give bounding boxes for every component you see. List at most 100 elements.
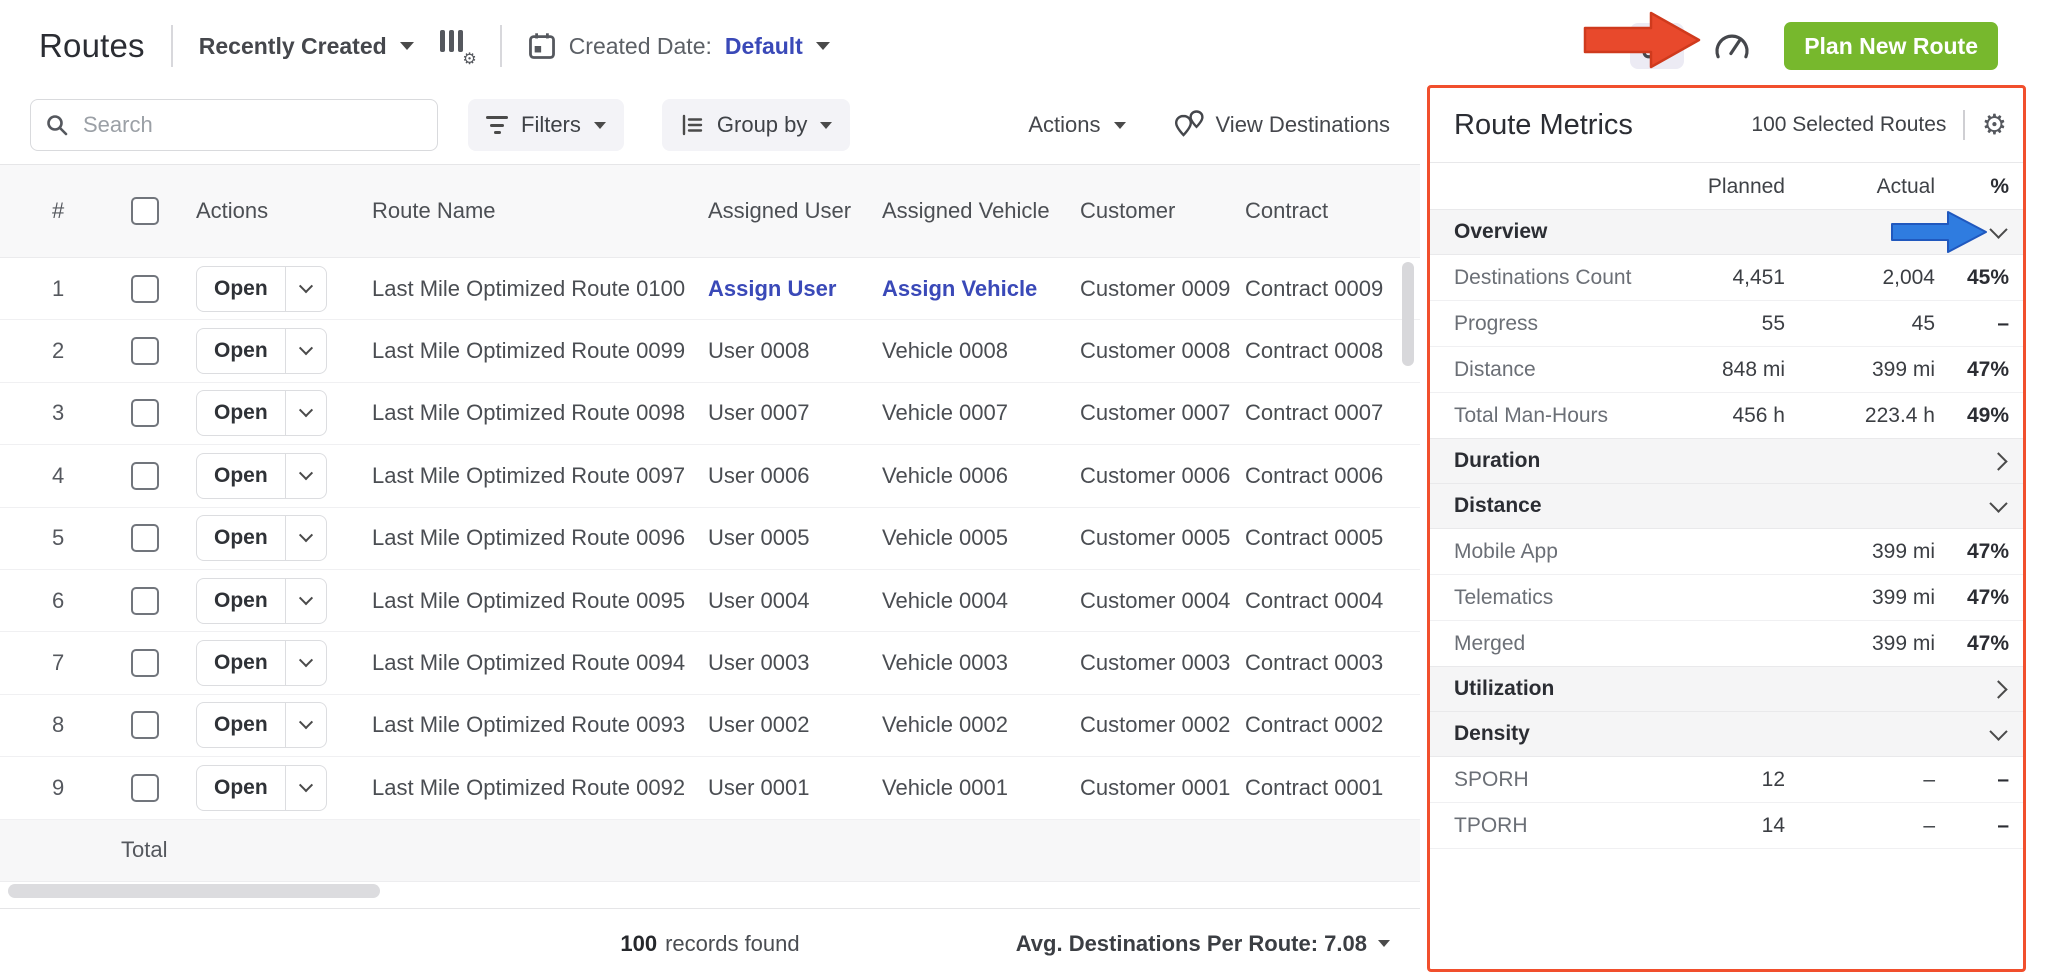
open-dropdown-button[interactable] bbox=[286, 267, 326, 311]
row-number: 1 bbox=[52, 275, 65, 301]
created-date-label: Created Date: bbox=[568, 32, 712, 59]
select-all-checkbox[interactable] bbox=[131, 197, 159, 225]
open-button[interactable]: Open bbox=[196, 577, 328, 624]
column-header-assigned-user[interactable]: Assigned User bbox=[700, 198, 880, 224]
metric-percent-value: 47% bbox=[1966, 631, 2009, 655]
row-checkbox[interactable] bbox=[131, 461, 159, 490]
column-header-actions[interactable]: Actions bbox=[180, 198, 340, 224]
chevron-down-icon bbox=[299, 403, 314, 418]
route-name: Last Mile Optimized Route 0092 bbox=[372, 774, 686, 800]
column-percent: % bbox=[1990, 174, 2009, 198]
route-name: Last Mile Optimized Route 0100 bbox=[372, 275, 686, 301]
metrics-row: Mobile App 399 mi 47% bbox=[1430, 529, 2023, 575]
metric-actual-value: 2,004 bbox=[1882, 265, 1935, 289]
contract: Contract 0001 bbox=[1245, 774, 1384, 800]
sort-dropdown[interactable]: Recently Created bbox=[199, 33, 414, 60]
created-date-filter[interactable]: Created Date: Default bbox=[528, 32, 830, 60]
contract: Contract 0004 bbox=[1245, 587, 1384, 613]
open-button[interactable]: Open bbox=[196, 764, 328, 811]
open-dropdown-button[interactable] bbox=[286, 329, 326, 373]
row-checkbox[interactable] bbox=[131, 773, 159, 802]
assigned-user: User 0004 bbox=[708, 587, 810, 613]
open-dropdown-button[interactable] bbox=[286, 454, 326, 498]
column-settings-button[interactable]: ⚙ bbox=[439, 30, 477, 68]
search-input[interactable] bbox=[81, 111, 423, 139]
open-button[interactable]: Open bbox=[196, 515, 328, 562]
row-number: 9 bbox=[52, 774, 65, 800]
routes-table: # Actions Route Name Assigned User Assig… bbox=[0, 164, 1420, 882]
row-checkbox[interactable] bbox=[131, 524, 159, 553]
row-number: 7 bbox=[52, 650, 65, 676]
assigned-user: User 0003 bbox=[708, 650, 810, 676]
assign-vehicle-link[interactable]: Assign Vehicle bbox=[880, 276, 1080, 302]
metric-percent-value: 45% bbox=[1966, 265, 2009, 289]
customer: Customer 0006 bbox=[1080, 462, 1231, 488]
group-by-button[interactable]: Group by bbox=[661, 99, 851, 151]
row-number: 8 bbox=[52, 712, 65, 738]
metrics-rows: Overview Destinations Count 4,451 2,004 45% P… bbox=[1430, 209, 2023, 849]
open-button[interactable]: Open bbox=[196, 390, 328, 437]
caret-down-icon bbox=[399, 42, 414, 50]
open-dropdown-button[interactable] bbox=[286, 703, 326, 747]
column-header-assigned-vehicle[interactable]: Assigned Vehicle bbox=[880, 198, 1080, 224]
column-header-contract[interactable]: Contract bbox=[1245, 198, 1420, 224]
metrics-section-density[interactable]: Density bbox=[1430, 711, 2023, 757]
metrics-section-distance[interactable]: Distance bbox=[1430, 483, 2023, 529]
route-name: Last Mile Optimized Route 0096 bbox=[372, 525, 686, 551]
metrics-row: Progress 55 45 – bbox=[1430, 301, 2023, 347]
open-button[interactable]: Open bbox=[196, 452, 328, 499]
row-checkbox[interactable] bbox=[131, 337, 159, 366]
vertical-scrollbar-thumb[interactable] bbox=[1402, 262, 1414, 366]
row-checkbox[interactable] bbox=[131, 649, 159, 678]
open-dropdown-button[interactable] bbox=[286, 516, 326, 560]
horizontal-scrollbar-thumb[interactable] bbox=[8, 884, 380, 898]
row-checkbox[interactable] bbox=[131, 586, 159, 615]
avg-destinations-dropdown[interactable]: Avg. Destinations Per Route: 7.08 bbox=[1016, 909, 1390, 978]
open-button[interactable]: Open bbox=[196, 265, 328, 312]
customer: Customer 0002 bbox=[1080, 712, 1231, 738]
open-button-label: Open bbox=[214, 463, 268, 487]
caret-down-icon bbox=[815, 42, 830, 50]
gear-icon[interactable]: ⚙ bbox=[1982, 111, 2007, 139]
row-checkbox[interactable] bbox=[131, 274, 159, 303]
open-dropdown-button[interactable] bbox=[286, 766, 326, 810]
column-header-checkbox bbox=[110, 197, 180, 225]
plan-new-route-button[interactable]: Plan New Route bbox=[1784, 22, 1998, 70]
metric-planned-value: 14 bbox=[1761, 813, 1785, 837]
table-row: 2 Open Last Mile Optimized Route 0099 User … bbox=[0, 320, 1420, 383]
metric-percent-value: – bbox=[1997, 311, 2009, 335]
metrics-column-header: Planned Actual % bbox=[1430, 163, 2023, 210]
assigned-user: User 0006 bbox=[708, 462, 810, 488]
metrics-section-duration[interactable]: Duration bbox=[1430, 438, 2023, 484]
open-button[interactable]: Open bbox=[196, 328, 328, 375]
contract: Contract 0008 bbox=[1245, 338, 1384, 364]
row-checkbox[interactable] bbox=[131, 399, 159, 428]
column-header-route-name[interactable]: Route Name bbox=[340, 198, 700, 224]
open-dropdown-button[interactable] bbox=[286, 579, 326, 623]
column-actual: Actual bbox=[1876, 174, 1935, 198]
open-dropdown-button[interactable] bbox=[286, 641, 326, 685]
actions-dropdown[interactable]: Actions bbox=[1028, 112, 1126, 138]
row-checkbox[interactable] bbox=[131, 711, 159, 740]
open-button[interactable]: Open bbox=[196, 640, 328, 687]
column-header-customer[interactable]: Customer bbox=[1080, 198, 1245, 224]
route-name: Last Mile Optimized Route 0098 bbox=[372, 400, 686, 426]
metric-label: TPORH bbox=[1454, 813, 1528, 837]
assign-user-link[interactable]: Assign User bbox=[700, 276, 880, 302]
total-row: Total bbox=[0, 819, 1420, 882]
view-destinations-button[interactable]: View Destinations bbox=[1172, 110, 1390, 140]
open-button-label: Open bbox=[214, 775, 268, 799]
contract: Contract 0002 bbox=[1245, 712, 1384, 738]
open-button[interactable]: Open bbox=[196, 702, 328, 749]
open-dropdown-button[interactable] bbox=[286, 391, 326, 435]
metric-actual-value: 399 mi bbox=[1871, 585, 1935, 609]
metrics-section-utilization[interactable]: Utilization bbox=[1430, 666, 2023, 712]
column-header-number[interactable]: # bbox=[30, 198, 110, 224]
filters-button[interactable]: Filters bbox=[468, 99, 624, 151]
row-number: 2 bbox=[52, 338, 65, 364]
search-box[interactable] bbox=[30, 99, 438, 151]
metric-label: Merged bbox=[1454, 631, 1526, 655]
dashboard-gauge-button[interactable] bbox=[1712, 31, 1752, 61]
avg-destinations-label: Avg. Destinations Per Route: 7.08 bbox=[1015, 930, 1367, 956]
route-table-body: 1 Open Last Mile Optimized Route 0100 Assig… bbox=[0, 258, 1420, 820]
